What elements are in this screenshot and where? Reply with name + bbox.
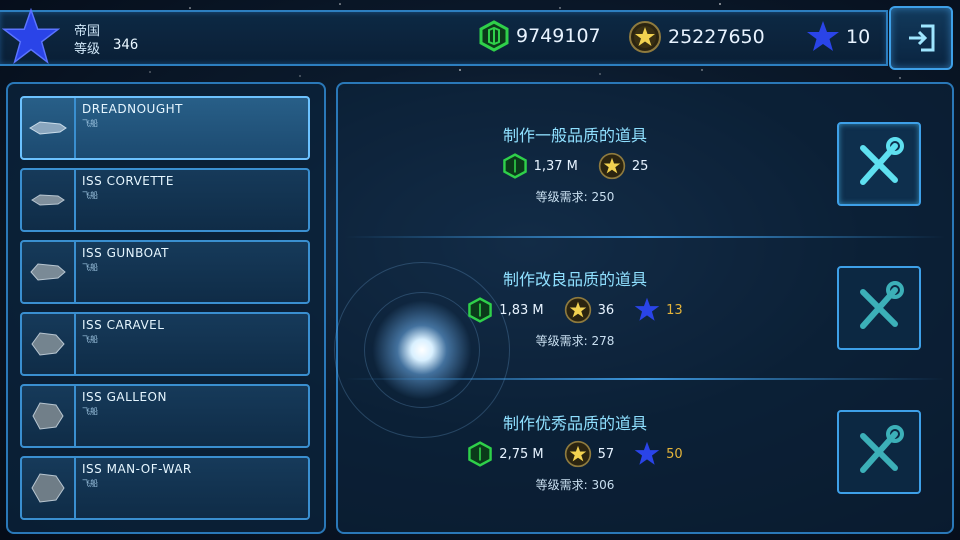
star-cost: 50 xyxy=(666,446,683,462)
credits-resource: 9749107 xyxy=(478,20,601,52)
craft-excellent-button[interactable] xyxy=(837,410,921,494)
ship-icon xyxy=(29,121,67,135)
star-cost: 13 xyxy=(666,302,683,318)
craft-tier-common: 制作一般品质的道具 1,37 M 25 等级需求: 250 xyxy=(345,112,945,254)
level-label: 等级 xyxy=(74,42,101,57)
cost-row: 2,75 M 57 50 xyxy=(345,440,805,468)
ship-icon xyxy=(31,332,65,356)
ship-icon xyxy=(31,194,65,206)
coin-cost: 36 xyxy=(597,302,615,318)
ship-icon xyxy=(30,263,66,281)
player-level-value: 346 xyxy=(113,37,139,53)
ship-type: 飞船 xyxy=(82,479,98,488)
credits-value: 9749107 xyxy=(516,25,601,47)
wrench-screwdriver-icon xyxy=(860,281,904,329)
craft-tier-excellent: 制作优秀品质的道具 2,75 M 57 50 等级需求: 306 xyxy=(345,400,945,540)
section-divider xyxy=(345,236,945,238)
cube-cost: 1,83 M xyxy=(499,302,544,318)
green-cube-icon xyxy=(479,20,509,52)
coins-resource: 25227650 xyxy=(628,20,765,54)
ship-thumbnail xyxy=(22,98,76,158)
coin-cost: 57 xyxy=(597,446,615,462)
ship-name: ISS CARAVEL xyxy=(82,318,165,332)
green-cube-icon xyxy=(468,297,493,323)
craft-tier-improved: 制作改良品质的道具 1,83 M 36 13 等级需求: 278 xyxy=(345,256,945,398)
faction-label: 帝国 xyxy=(74,24,101,39)
wrench-screwdriver-icon xyxy=(860,425,904,473)
green-cube-icon xyxy=(502,153,527,179)
ship-icon xyxy=(31,473,65,503)
level-requirement: 等级需求: 306 xyxy=(535,478,615,492)
ship-icon xyxy=(32,402,64,430)
level-requirement: 等级需求: 278 xyxy=(535,334,615,348)
ship-item-iss-caravel[interactable]: ISS CARAVEL 飞船 xyxy=(20,312,310,376)
blue-star-icon xyxy=(807,21,839,51)
ship-item-iss-gunboat[interactable]: ISS GUNBOAT 飞船 xyxy=(20,240,310,304)
tier-title: 制作一般品质的道具 xyxy=(502,126,647,145)
rank-star-icon xyxy=(2,8,60,65)
craft-improved-button[interactable] xyxy=(837,266,921,350)
ship-thumbnail xyxy=(22,458,76,518)
cost-row: 1,83 M 36 13 xyxy=(345,296,805,324)
level-requirement: 等级需求: 250 xyxy=(535,190,615,204)
cost-row: 1,37 M 25 xyxy=(345,152,805,180)
ship-item-iss-corvette[interactable]: ISS CORVETTE 飞船 xyxy=(20,168,310,232)
blue-star-icon xyxy=(634,297,660,321)
gold-coin-icon xyxy=(564,440,591,468)
ship-type: 飞船 xyxy=(82,335,98,344)
exit-button[interactable] xyxy=(889,6,953,70)
exit-icon xyxy=(909,24,935,52)
ship-thumbnail xyxy=(22,314,76,374)
coin-cost: 25 xyxy=(631,158,649,174)
stars-resource: 10 xyxy=(806,20,870,54)
ship-name: DREADNOUGHT xyxy=(82,102,183,116)
cube-cost: 2,75 M xyxy=(499,446,544,462)
ship-item-iss-man-of-war[interactable]: ISS MAN-OF-WAR 飞船 xyxy=(20,456,310,520)
gold-coin-icon xyxy=(564,296,591,324)
blue-star-icon xyxy=(634,441,660,465)
section-divider xyxy=(345,378,945,380)
ship-thumbnail xyxy=(22,170,76,230)
ship-thumbnail xyxy=(22,242,76,302)
tier-title: 制作改良品质的道具 xyxy=(502,270,647,289)
green-cube-icon xyxy=(468,441,493,467)
coins-value: 25227650 xyxy=(668,26,765,48)
ship-item-dreadnought[interactable]: DREADNOUGHT 飞船 xyxy=(20,96,310,160)
ship-name: ISS MAN-OF-WAR xyxy=(82,462,192,476)
tier-title: 制作优秀品质的道具 xyxy=(502,414,647,433)
ship-type: 飞船 xyxy=(82,263,98,272)
ship-item-iss-galleon[interactable]: ISS GALLEON 飞船 xyxy=(20,384,310,448)
ship-name: ISS CORVETTE xyxy=(82,174,174,188)
ship-type: 飞船 xyxy=(82,407,98,416)
wrench-screwdriver-icon xyxy=(860,137,904,185)
gold-coin-icon xyxy=(598,152,626,180)
gold-coin-icon xyxy=(629,21,661,53)
ship-type: 飞船 xyxy=(82,119,98,128)
ship-name: ISS GALLEON xyxy=(82,390,167,404)
ship-name: ISS GUNBOAT xyxy=(82,246,170,260)
craft-common-button[interactable] xyxy=(837,122,921,206)
cube-cost: 1,37 M xyxy=(533,158,578,174)
stars-value: 10 xyxy=(846,26,871,48)
ship-thumbnail xyxy=(22,386,76,446)
ship-type: 飞船 xyxy=(82,191,98,200)
